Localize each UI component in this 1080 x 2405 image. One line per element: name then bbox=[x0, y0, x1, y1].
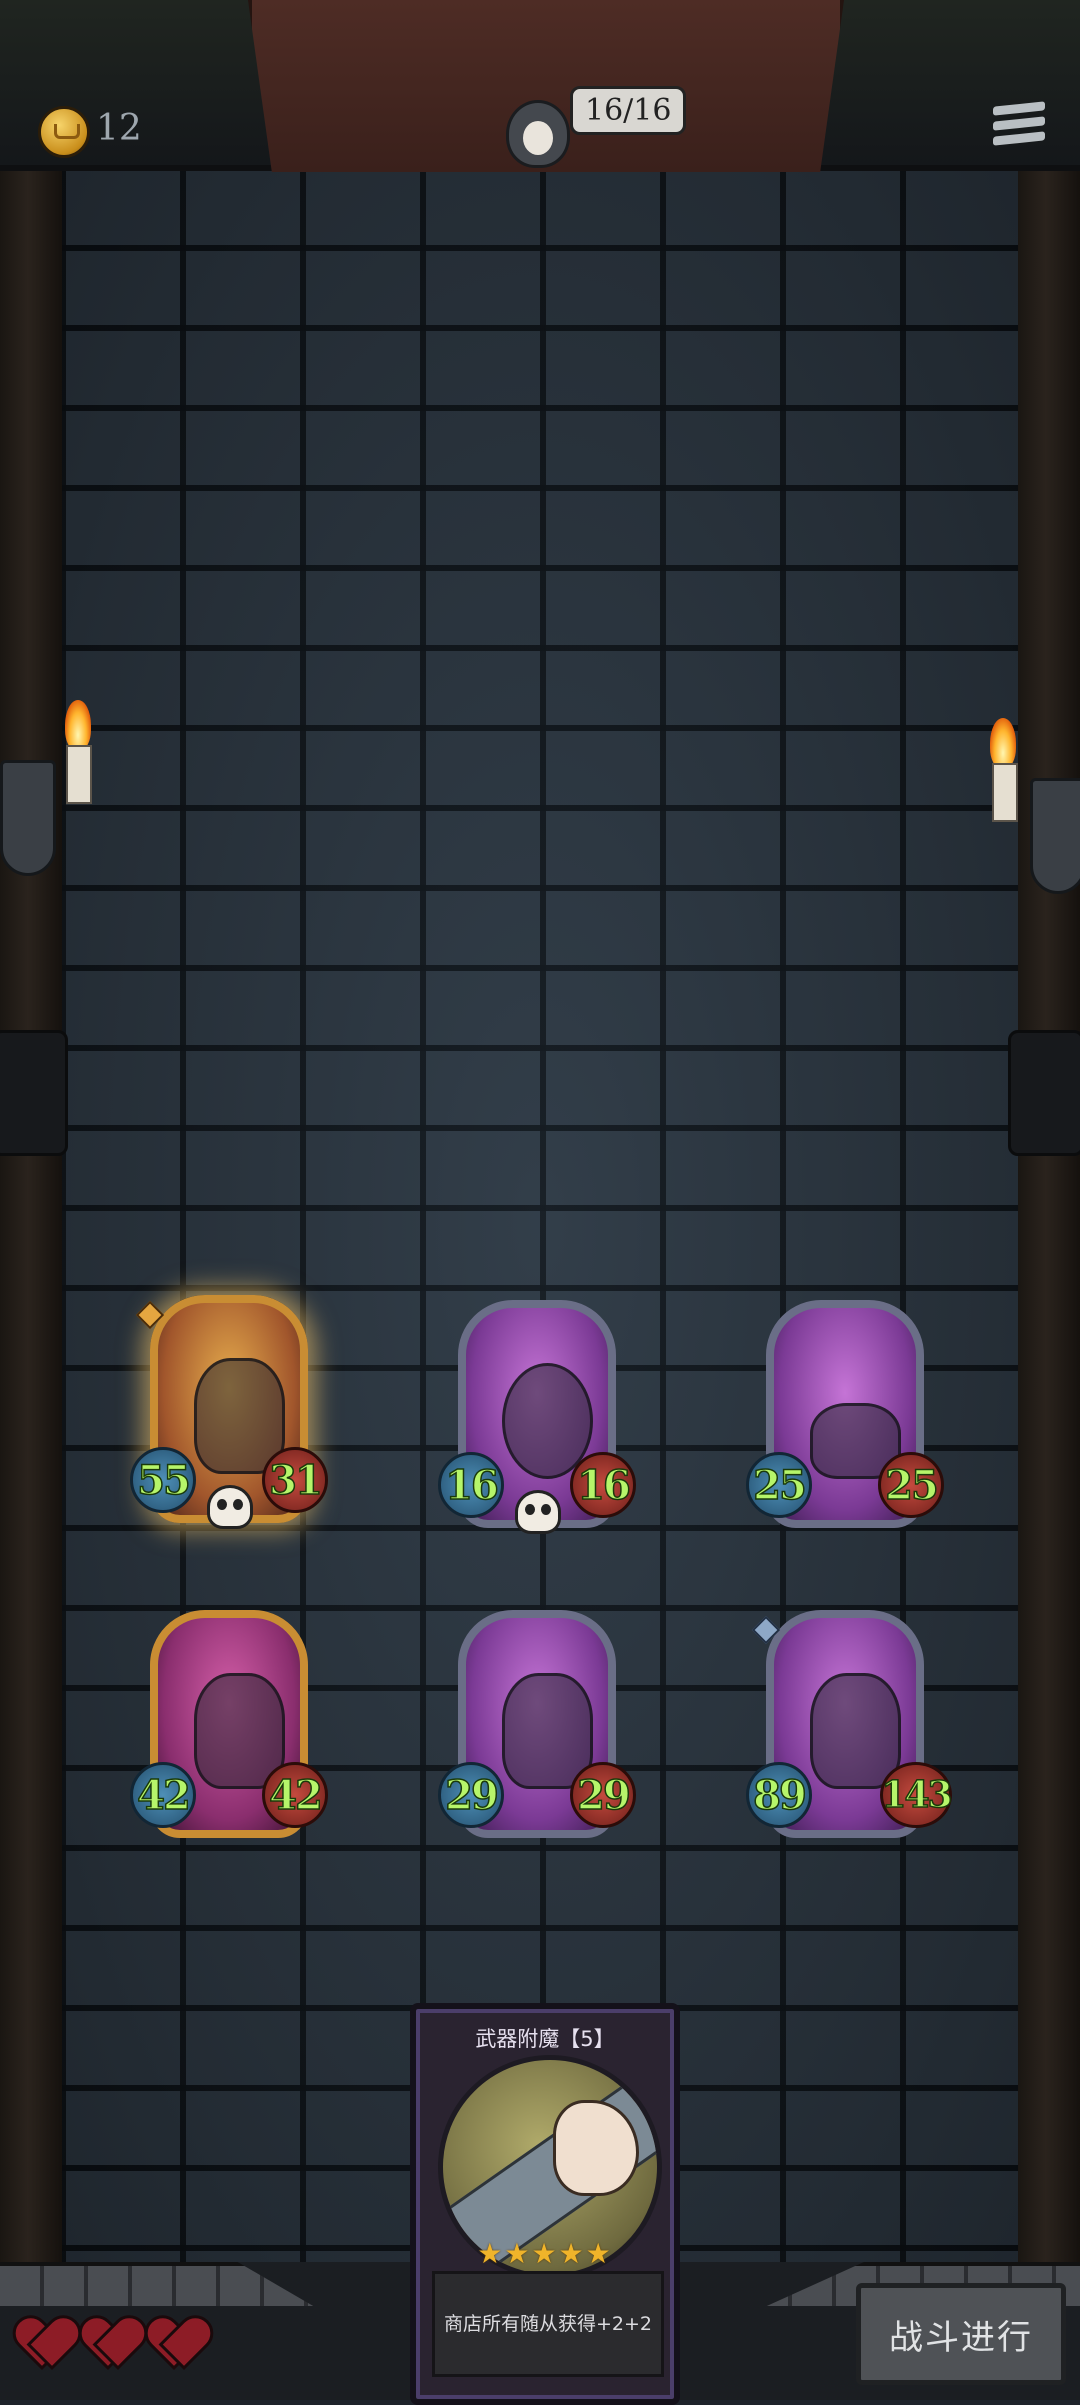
candle-icon bbox=[66, 745, 92, 804]
attack-stat: 42 bbox=[130, 1762, 196, 1828]
player-avatar[interactable] bbox=[506, 100, 570, 168]
candle-icon bbox=[992, 763, 1018, 822]
skull-icon bbox=[515, 1490, 561, 1534]
health-stat: 42 bbox=[262, 1762, 328, 1828]
spell-card[interactable]: 武器附魔【5】 ★★★★★ 商店所有随从获得+2+2 bbox=[410, 2003, 680, 2405]
spell-description: 商店所有随从获得+2+2 bbox=[432, 2271, 664, 2377]
heart-icon bbox=[148, 2318, 202, 2368]
attack-stat: 16 bbox=[438, 1452, 504, 1518]
attack-stat: 29 bbox=[438, 1762, 504, 1828]
left-torch bbox=[0, 700, 92, 940]
right-pillar bbox=[1018, 160, 1080, 2300]
flame-icon bbox=[65, 700, 91, 750]
hamburger-menu-icon[interactable] bbox=[993, 101, 1045, 152]
health-stat: 16 bbox=[570, 1452, 636, 1518]
health-stat: 31 bbox=[262, 1447, 328, 1513]
spell-title: 武器附魔【5】 bbox=[475, 2027, 615, 2051]
minion-card-1[interactable]: 55 31 bbox=[130, 1295, 328, 1531]
gold-count: 12 bbox=[96, 108, 142, 149]
minion-card-3[interactable]: 25 25 bbox=[746, 1300, 944, 1536]
sconce-icon bbox=[0, 760, 56, 876]
attack-stat: 25 bbox=[746, 1452, 812, 1518]
minion-card-5[interactable]: 29 29 bbox=[438, 1610, 636, 1846]
crown-coin-icon bbox=[38, 106, 90, 158]
left-pillar bbox=[0, 160, 62, 2300]
right-pillar-bracket bbox=[1008, 1030, 1080, 1156]
health-stat: 143 bbox=[880, 1762, 953, 1828]
player-health: 16/16 bbox=[570, 86, 687, 135]
flame-icon bbox=[990, 718, 1016, 768]
minion-card-4[interactable]: 42 42 bbox=[130, 1610, 328, 1846]
health-stat: 25 bbox=[878, 1452, 944, 1518]
right-torch bbox=[990, 718, 1080, 958]
creature-art bbox=[810, 1673, 901, 1789]
minion-card-2[interactable]: 16 16 bbox=[438, 1300, 636, 1536]
heart-icon bbox=[82, 2318, 136, 2368]
attack-stat: 55 bbox=[130, 1447, 196, 1513]
attack-stat: 89 bbox=[746, 1762, 812, 1828]
minion-card-6[interactable]: 89 143 bbox=[746, 1610, 953, 1846]
star-rating: ★★★★★ bbox=[477, 2237, 613, 2270]
heart-icon bbox=[16, 2318, 70, 2368]
left-pillar-bracket bbox=[0, 1030, 68, 1156]
sconce-icon bbox=[1030, 778, 1080, 894]
health-stat: 29 bbox=[570, 1762, 636, 1828]
wall-shading bbox=[60, 165, 1018, 2280]
skull-icon bbox=[207, 1485, 253, 1529]
start-battle-button[interactable]: 战斗进行 bbox=[856, 2283, 1066, 2385]
